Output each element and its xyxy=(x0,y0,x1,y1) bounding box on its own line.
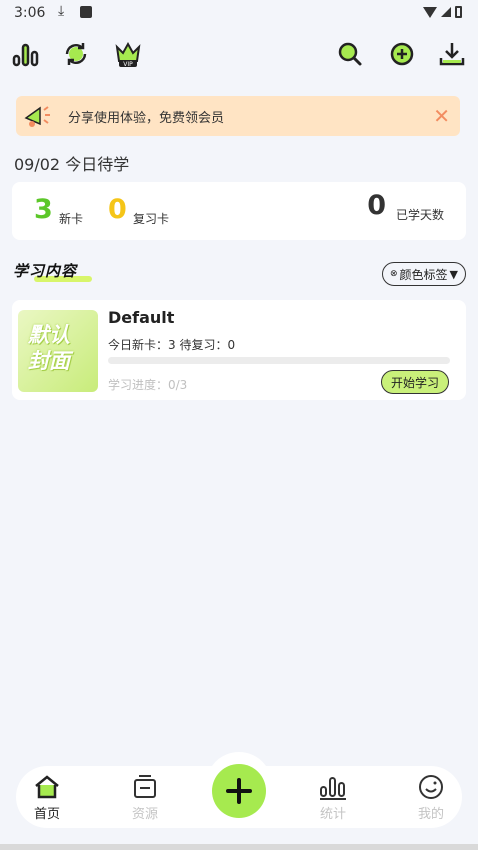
statistics-icon xyxy=(308,774,358,800)
download-icon[interactable] xyxy=(436,38,468,70)
start-study-button[interactable]: 开始学习 xyxy=(381,370,449,394)
status-time: 3:06 xyxy=(14,5,46,21)
tag-dot-icon: ⊗ xyxy=(389,269,398,279)
signal-icon xyxy=(441,7,451,17)
megaphone-icon xyxy=(24,104,60,128)
section-title: 学习内容 xyxy=(13,262,78,280)
nav-item-statistics[interactable]: 统计 xyxy=(308,774,358,822)
stats-card: 3 新卡 0 复习卡 0 已学天数 xyxy=(12,182,466,240)
nav-label-profile: 我的 xyxy=(417,807,444,822)
nav-label-home: 首页 xyxy=(33,807,60,822)
wifi-icon xyxy=(423,6,437,18)
battery-icon xyxy=(455,6,462,18)
new-card-count: 3 xyxy=(34,194,53,225)
plus-icon xyxy=(226,778,252,804)
review-card-count: 0 xyxy=(108,194,127,225)
status-indicators xyxy=(423,6,462,18)
dropdown-arrow-icon: ▼ xyxy=(449,267,459,281)
resources-icon xyxy=(120,774,170,800)
profile-icon xyxy=(406,774,456,800)
home-icon xyxy=(22,774,72,800)
status-bar: 3:06 ⤓ xyxy=(0,0,478,28)
share-banner[interactable]: 分享使用体验，免费领会员 ✕ xyxy=(16,96,460,136)
study-days-label: 已学天数 xyxy=(395,208,444,222)
deck-cover: 默认封面 xyxy=(18,310,98,392)
deck-title: Default xyxy=(108,308,175,327)
nav-item-resources[interactable]: 资源 xyxy=(120,774,170,822)
review-card-label: 复习卡 xyxy=(133,212,170,226)
top-toolbar: VIP xyxy=(0,38,478,74)
progress-bar xyxy=(108,357,450,364)
date-title: 09/02 今日待学 xyxy=(14,155,130,174)
banner-text: 分享使用体验，免费领会员 xyxy=(68,110,225,126)
home-indicator xyxy=(0,844,478,850)
search-icon[interactable] xyxy=(334,38,366,70)
sync-icon[interactable] xyxy=(60,38,92,70)
add-circle-icon[interactable] xyxy=(386,38,418,70)
deck-card[interactable]: 默认封面 Default 今日新卡：3 待复习：0 学习进度：0/3 开始学习 xyxy=(12,300,466,400)
add-fab-button[interactable] xyxy=(212,764,266,818)
svg-text:VIP: VIP xyxy=(123,61,133,68)
stats-icon[interactable] xyxy=(10,38,42,70)
nav-label-statistics: 统计 xyxy=(319,807,346,822)
deck-cover-text: 默认封面 xyxy=(28,323,70,373)
nav-label-resources: 资源 xyxy=(131,807,158,822)
nav-item-profile[interactable]: 我的 xyxy=(406,774,456,822)
download-status-icon: ⤓ xyxy=(58,3,65,19)
fab-container xyxy=(206,752,272,818)
new-card-label: 新卡 xyxy=(59,212,84,226)
notification-icon xyxy=(80,6,92,18)
progress-label: 学习进度：0/3 xyxy=(108,378,188,392)
color-tag-filter[interactable]: ⊗ 颜色标签 ▼ xyxy=(382,262,466,286)
study-days-count: 0 xyxy=(367,190,386,221)
close-icon[interactable]: ✕ xyxy=(433,104,450,128)
color-tag-label: 颜色标签 xyxy=(399,267,448,282)
deck-info: 今日新卡：3 待复习：0 xyxy=(108,338,236,352)
nav-item-home[interactable]: 首页 xyxy=(22,774,72,822)
vip-icon[interactable]: VIP xyxy=(112,38,144,70)
